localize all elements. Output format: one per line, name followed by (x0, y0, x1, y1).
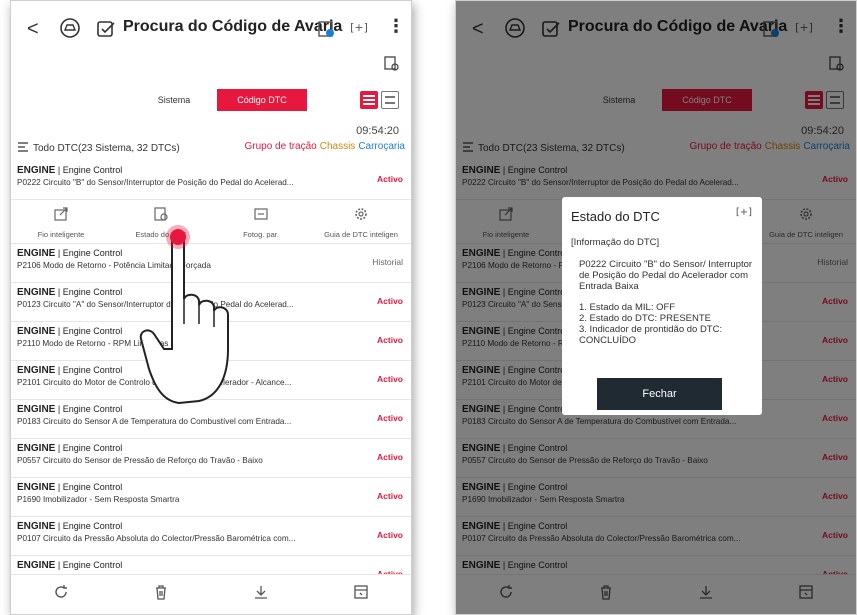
dtc-status: Activo (377, 413, 403, 423)
dtc-row[interactable]: ENGINE | Engine Control P0107 Circuito d… (11, 517, 411, 556)
dtc-system: ENGINE (17, 287, 56, 298)
action-label: Guia de DTC inteligen (324, 230, 398, 239)
dtc-row[interactable]: ENGINE | Engine Control P0222 Circuito "… (11, 161, 411, 200)
close-dialog-button[interactable]: Fechar (597, 378, 722, 410)
dtc-status: Activo (377, 452, 403, 462)
dtc-status: Activo (377, 374, 403, 384)
touch-indicator (170, 229, 186, 245)
vehicle-report-icon[interactable] (383, 55, 399, 71)
dtc-status: Activo (377, 296, 403, 306)
view-tabs: Sistema Código DTC (131, 89, 307, 111)
compact-view-icon[interactable] (381, 91, 399, 109)
dtc-description: P0557 Circuito do Sensor de Pressão de R… (17, 456, 263, 465)
back-button[interactable]: < (27, 18, 39, 41)
vehicle-icon[interactable] (59, 17, 81, 39)
share-icon (54, 207, 68, 221)
freeze-frame-icon (254, 208, 268, 220)
dtc-system: ENGINE (17, 326, 56, 337)
dtc-status: Activo (377, 530, 403, 540)
dialog-expand-button[interactable]: [+] (736, 207, 752, 218)
screen-left: < Procura do Código de Avaria [+] ⋮ Sist… (10, 0, 412, 615)
bottom-toolbar (11, 574, 411, 614)
dtc-module: Engine Control (62, 521, 123, 531)
save-button[interactable] (211, 575, 311, 614)
dtc-description: P1690 Imobilizador - Sem Resposta Smartr… (17, 495, 180, 504)
dtc-module: Engine Control (62, 165, 123, 175)
summary-text: Todo DTC(23 Sistema, 32 DTCs) (33, 143, 180, 154)
dtc-summary: Todo DTC(23 Sistema, 32 DTCs) Grupo de t… (17, 141, 405, 157)
download-icon (255, 586, 267, 599)
filter-icon (18, 142, 28, 152)
dtc-module: Engine Control (62, 404, 123, 414)
dialog-title: Estado do DTC (571, 209, 660, 224)
layout-toggle (360, 91, 399, 109)
dtc-status-line: 2. Estado do DTC: PRESENTE (579, 313, 711, 324)
action-smart-wire[interactable]: Fio inteligente (11, 200, 111, 243)
screen-right: < Procura do Código de Avaria [+] ⋮ Sist… (455, 0, 857, 615)
delete-button[interactable] (111, 575, 211, 614)
gear-icon (355, 208, 367, 220)
dtc-system: ENGINE (17, 365, 56, 376)
report-icon (354, 585, 368, 599)
dtc-status: Activo (377, 335, 403, 345)
dialog-dtc-code-line: P0222 Circuito "B" do Sensor/ Interrupto… (579, 259, 753, 292)
dialog-status-list: 1. Estado da MIL: OFF 2. Estado do DTC: … (571, 302, 757, 346)
dtc-system: ENGINE (17, 404, 56, 415)
group-filter-powertrain[interactable]: Grupo de tração (244, 141, 316, 152)
dtc-row[interactable]: ENGINE | Engine Control P0557 Circuito d… (11, 439, 411, 478)
dtc-status: Activo (377, 491, 403, 501)
pointing-hand-illustration (139, 232, 229, 405)
dtc-module: Engine Control (62, 560, 123, 570)
dtc-module: Engine Control (62, 482, 123, 492)
dtc-system: ENGINE (17, 560, 56, 571)
action-label: Fio inteligente (37, 230, 85, 239)
dtc-module: Engine Control (62, 443, 123, 453)
dtc-system: ENGINE (17, 248, 56, 259)
timestamp: 09:54:20 (356, 125, 399, 137)
more-menu-button[interactable]: ⋮ (387, 16, 405, 37)
tab-codigo-dtc[interactable]: Código DTC (217, 89, 307, 111)
dtc-system: ENGINE (17, 443, 56, 454)
list-view-icon[interactable] (360, 91, 378, 109)
dtc-system: ENGINE (17, 521, 56, 532)
readiness-status: 3. Indicador de prontidão do DTC: CONCLU… (579, 324, 723, 346)
dtc-system: ENGINE (17, 482, 56, 493)
dialog-body: P0222 Circuito "B" do Sensor/ Interrupto… (571, 259, 757, 346)
dtc-module: Engine Control (62, 287, 123, 297)
action-smart-dtc-guide[interactable]: Guia de DTC inteligen (311, 200, 411, 243)
dtc-module: Engine Control (62, 326, 123, 336)
dtc-state-dialog: Estado do DTC [+] [Informação do DTC] P0… (562, 197, 762, 415)
dtc-description: P0183 Circuito do Sensor A de Temperatur… (17, 417, 292, 426)
refresh-icon (55, 585, 67, 598)
expand-button[interactable]: [+] (350, 19, 368, 37)
refresh-button[interactable] (11, 575, 111, 614)
dtc-status: Activo (377, 174, 403, 184)
report-button[interactable] (311, 575, 411, 614)
dtc-description: P0222 Circuito "B" do Sensor/Interruptor… (17, 178, 294, 187)
dtc-row[interactable]: ENGINE | Engine Control P1690 Imobilizad… (11, 478, 411, 517)
dtc-description: P0107 Circuito da Pressão Absoluta do Co… (17, 534, 296, 543)
page-title: Procura do Código de Avaria (123, 18, 343, 35)
group-filter-body[interactable]: Carroçaria (358, 141, 405, 152)
trash-icon (156, 585, 166, 600)
dtc-module: Engine Control (62, 365, 123, 375)
tab-sistema[interactable]: Sistema (131, 89, 217, 111)
mil-status: 1. Estado da MIL: OFF (579, 302, 676, 313)
dtc-system: ENGINE (17, 165, 56, 176)
manual-icon[interactable] (316, 19, 336, 39)
dtc-module: Engine Control (62, 248, 123, 258)
group-filter-chassis[interactable]: Chassis (320, 141, 356, 152)
top-bar: < Procura do Código de Avaria [+] ⋮ (11, 1, 411, 63)
scan-icon[interactable] (95, 18, 117, 40)
dtc-status: Historial (372, 257, 403, 267)
dialog-info-header: [Informação do DTC] (571, 237, 660, 248)
